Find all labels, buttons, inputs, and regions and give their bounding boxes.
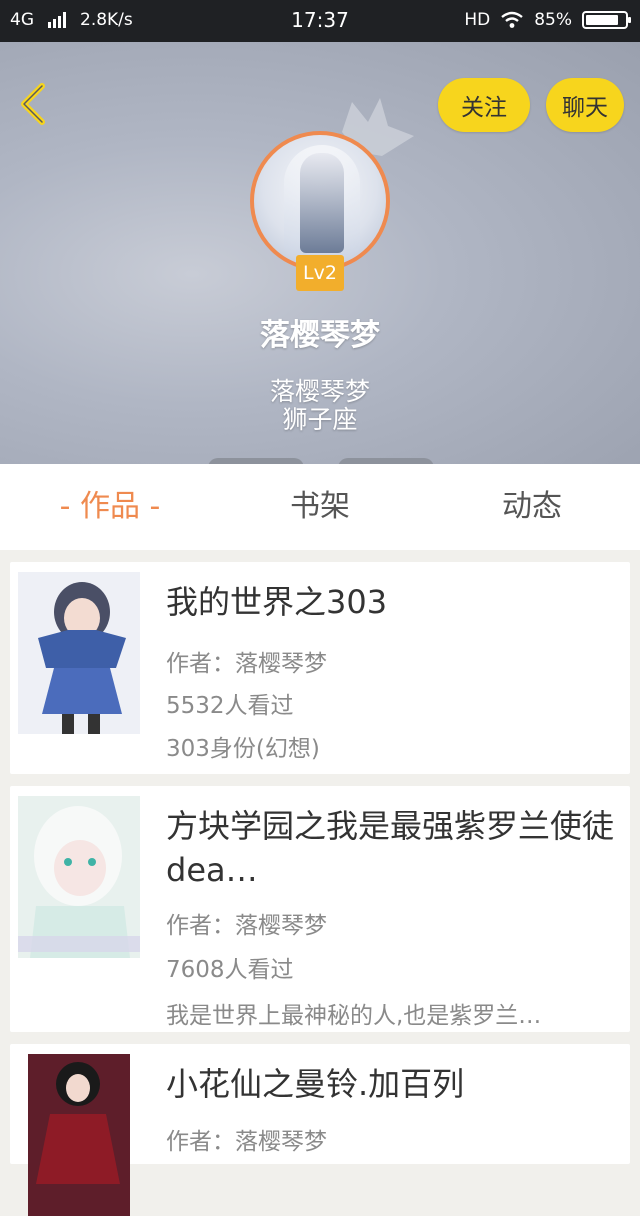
work-author: 作者：落樱琴梦 xyxy=(166,651,327,677)
follow-button[interactable]: 关注 xyxy=(438,78,530,132)
tab-bar: - 作品 - 书架 动态 xyxy=(0,464,640,550)
signature-line-2: 狮子座 xyxy=(282,405,358,434)
tab-works[interactable]: - 作品 - xyxy=(30,464,190,550)
work-description: 303身份(幻想) xyxy=(166,736,320,762)
back-arrow-icon[interactable] xyxy=(14,82,54,126)
work-title[interactable]: 小花仙之曼铃.加百列 xyxy=(166,1062,622,1106)
work-author: 作者：落樱琴梦 xyxy=(166,1129,327,1155)
chat-button[interactable]: 聊天 xyxy=(546,78,624,132)
book-cover-image xyxy=(18,572,140,734)
book-cover-image xyxy=(18,796,140,958)
profile-header: 关注 聊天 Lv2 落樱琴梦 落樱琴梦 狮子座 xyxy=(0,42,640,472)
battery-icon xyxy=(582,11,631,29)
wifi-icon xyxy=(501,11,523,28)
battery-percent: 85% xyxy=(534,10,572,30)
book-cover-image xyxy=(28,1054,130,1216)
level-badge: Lv2 xyxy=(296,255,344,291)
work-title[interactable]: 我的世界之303 xyxy=(166,580,622,624)
hd-indicator: HD xyxy=(464,10,491,30)
battery-fill xyxy=(586,15,618,25)
avatar[interactable] xyxy=(250,131,390,271)
work-views: 7608人看过 xyxy=(166,957,294,983)
work-description: 我是世界上最神秘的人,也是紫罗兰… xyxy=(166,1003,542,1029)
work-views: 5532人看过 xyxy=(166,693,294,719)
work-card[interactable]: 我的世界之303 作者：落樱琴梦 5532人看过 303身份(幻想) xyxy=(10,562,630,774)
status-bar: 4G 2.8K/s 17:37 HD 85% xyxy=(0,0,640,42)
work-author: 作者：落樱琴梦 xyxy=(166,913,327,939)
work-card[interactable]: 小花仙之曼铃.加百列 作者：落樱琴梦 xyxy=(10,1044,630,1216)
tab-activity[interactable]: 动态 xyxy=(452,464,612,550)
tab-bookshelf[interactable]: 书架 xyxy=(240,464,400,550)
work-title[interactable]: 方块学园之我是最强紫罗兰使徒dea… xyxy=(166,804,622,892)
profile-name: 落樱琴梦 xyxy=(260,318,380,353)
work-card[interactable]: 方块学园之我是最强紫罗兰使徒dea… 作者：落樱琴梦 7608人看过 我是世界上… xyxy=(10,786,630,1032)
